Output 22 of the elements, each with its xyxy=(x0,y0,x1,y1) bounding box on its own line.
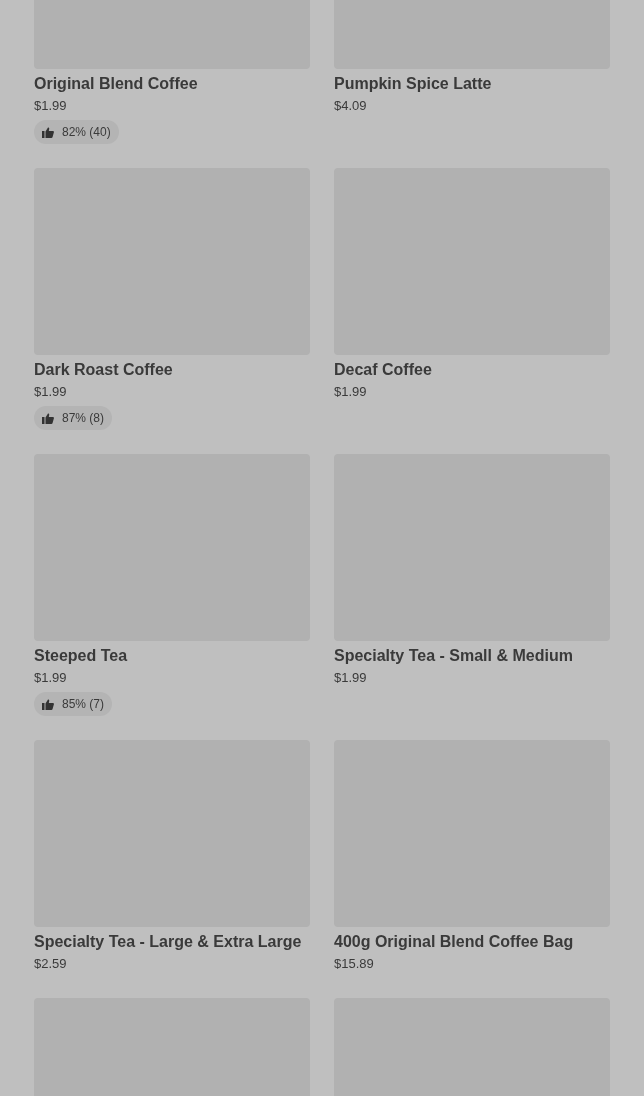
product-price: $1.99 xyxy=(34,97,68,115)
product-price: $1.99 xyxy=(334,669,368,687)
product-price: $4.09 xyxy=(334,97,368,115)
thumbs-up-icon xyxy=(42,698,54,710)
product-name[interactable]: Dark Roast Coffee xyxy=(34,359,310,381)
product-price: $1.99 xyxy=(34,669,68,687)
product-name[interactable]: Steeped Tea xyxy=(34,645,310,667)
thumbs-up-icon xyxy=(42,126,54,138)
product-price: $1.99 xyxy=(34,383,68,401)
product-name[interactable]: Original Blend Coffee xyxy=(34,73,310,95)
product-price: $2.59 xyxy=(34,955,68,973)
rating-badge: 82% (40) xyxy=(34,120,119,144)
product-name[interactable]: Specialty Tea - Small & Medium xyxy=(334,645,610,667)
product-name[interactable]: Pumpkin Spice Latte xyxy=(334,73,610,95)
product-name[interactable]: Decaf Coffee xyxy=(334,359,610,381)
rating-badge: 85% (7) xyxy=(34,692,113,716)
thumbs-up-icon xyxy=(42,412,54,424)
product-price: $15.89 xyxy=(334,955,375,973)
product-price: $1.99 xyxy=(334,383,368,401)
product-name[interactable]: 400g Original Blend Coffee Bag xyxy=(334,931,610,953)
rating-badge: 87% (8) xyxy=(34,406,113,430)
product-name[interactable]: Specialty Tea - Large & Extra Large xyxy=(34,931,310,953)
